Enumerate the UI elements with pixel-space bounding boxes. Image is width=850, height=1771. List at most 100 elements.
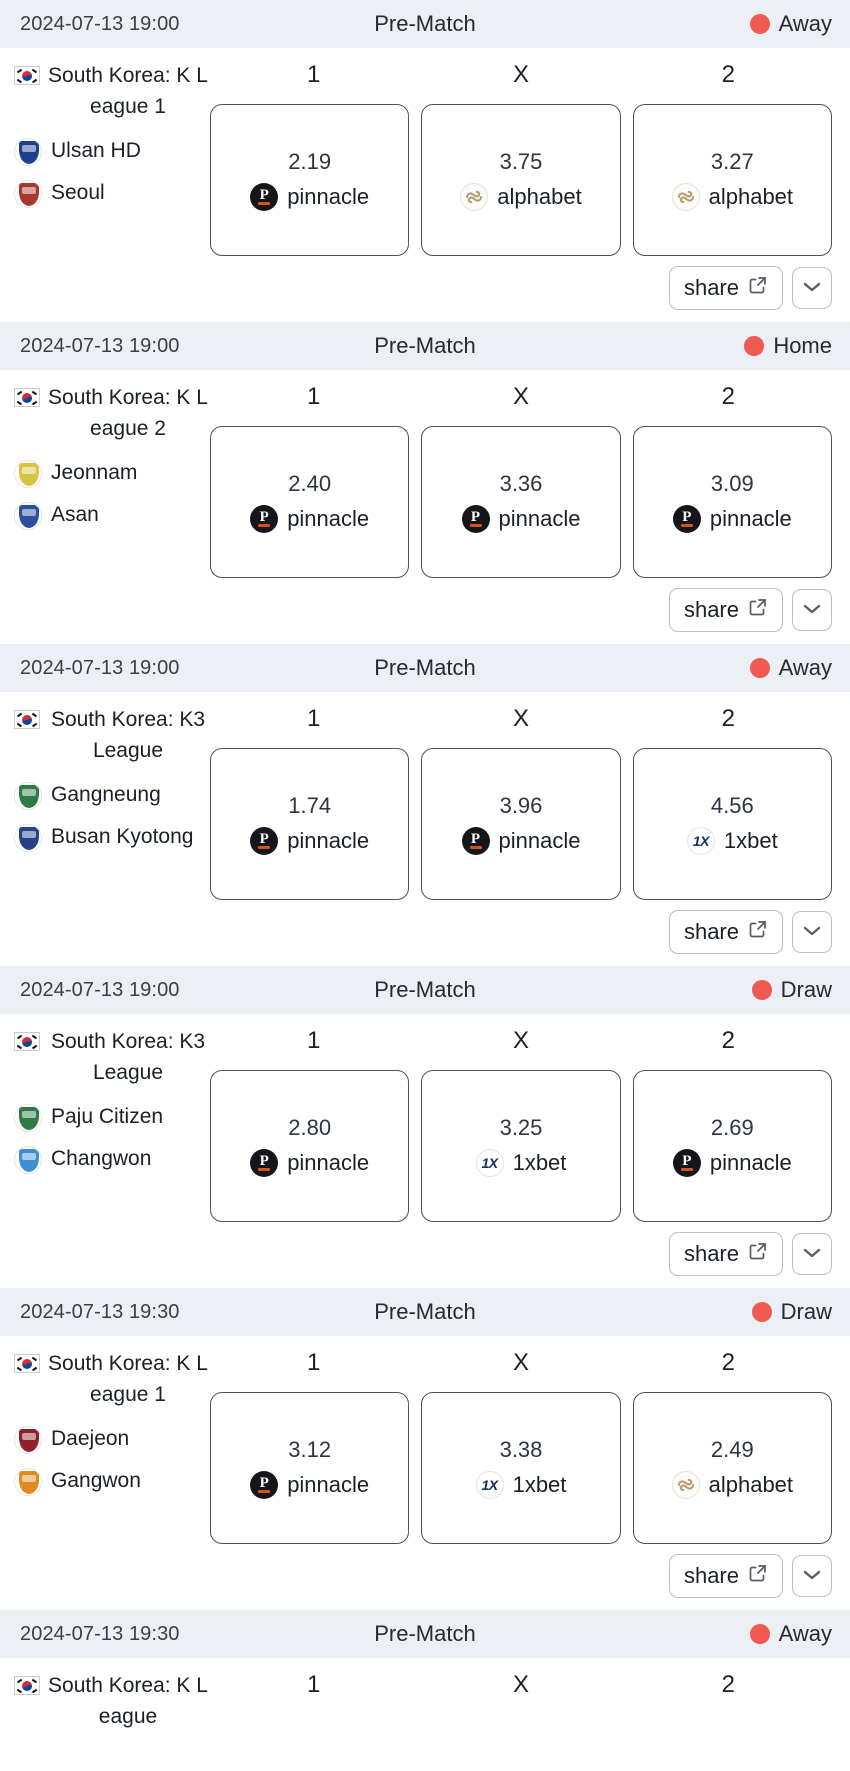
home-team-name: Daejeon — [51, 1427, 130, 1450]
league-name: South Korea: K League 1 — [48, 64, 208, 118]
odds-label-away: 2 — [721, 1671, 735, 1698]
odds-value: 2.80 — [288, 1115, 332, 1140]
bookmaker: Ppinnacle — [461, 827, 580, 855]
home-team-row[interactable]: Jeonnam — [14, 458, 210, 492]
south-korea-flag-icon — [14, 1676, 40, 1695]
match-card[interactable]: 2024-07-13 19:00 Pre-Match Home South Korea… — [0, 322, 850, 644]
league-row[interactable]: South Korea: K League 1 — [14, 60, 210, 122]
odds-box[interactable]: 2.49 alphabet — [632, 1392, 832, 1544]
team-crest-icon — [14, 1426, 42, 1454]
bookmaker: Ppinnacle — [672, 505, 792, 533]
match-card[interactable]: 2024-07-13 19:30 Pre-Match Away South Korea… — [0, 1610, 850, 1732]
odds-box[interactable]: 3.27 alphabet — [632, 104, 832, 256]
share-button[interactable]: share — [668, 910, 783, 954]
team-crest-icon — [14, 1468, 42, 1496]
odds-label-draw: X — [512, 61, 529, 88]
match-footer: share — [0, 578, 850, 644]
odds-column: 1 X 2 2.80 Ppinnacle 3.25 1X 1xbet 2.69 Ppinnacle — [210, 1022, 832, 1222]
bookmaker: Ppinnacle — [250, 505, 369, 533]
expand-button[interactable] — [792, 1555, 832, 1597]
odds-box[interactable]: 3.75 alphabet — [421, 104, 621, 256]
away-team-row[interactable]: Changwon — [14, 1144, 210, 1178]
status-dot-icon — [749, 658, 770, 678]
odds-box[interactable]: 1.74 Ppinnacle — [210, 748, 410, 900]
home-team-row[interactable]: Daejeon — [14, 1424, 210, 1458]
match-feed: 2024-07-13 19:00 Pre-Match Away South Korea… — [0, 0, 850, 1732]
away-team-row[interactable]: Gangwon — [14, 1466, 210, 1500]
chevron-down-icon — [802, 924, 822, 941]
south-korea-flag-icon — [14, 1354, 40, 1373]
share-button[interactable]: share — [668, 1554, 783, 1598]
odds-box[interactable]: 3.09 Ppinnacle — [632, 426, 832, 578]
team-crest-icon — [14, 782, 42, 810]
odds-value: 2.49 — [710, 1437, 754, 1462]
match-time: 2024-07-13 19:30 — [20, 1300, 180, 1323]
away-team-row[interactable]: Busan Kyotong — [14, 822, 210, 856]
alphabet-logo-icon — [460, 183, 489, 211]
odds-box[interactable]: 2.69 Ppinnacle — [632, 1070, 832, 1222]
expand-button[interactable] — [792, 267, 832, 309]
status-badge: Draw — [751, 977, 832, 1003]
match-info-column: South Korea: K3 League Paju Citizen Changw… — [14, 1022, 210, 1222]
share-label: share — [683, 1563, 739, 1588]
odds-box[interactable]: 3.25 1X 1xbet — [421, 1070, 621, 1222]
match-card[interactable]: 2024-07-13 19:00 Pre-Match Away South Korea… — [0, 644, 850, 966]
league-row[interactable]: South Korea: K League — [14, 1670, 210, 1732]
onexbet-logo-icon: 1X — [475, 1149, 504, 1177]
bookmaker: 1X 1xbet — [475, 1471, 566, 1499]
team-crest-icon — [14, 824, 42, 852]
match-header: 2024-07-13 19:30 Pre-Match Away — [0, 1610, 850, 1658]
match-card[interactable]: 2024-07-13 19:00 Pre-Match Draw South Korea… — [0, 966, 850, 1288]
share-button[interactable]: share — [668, 1232, 783, 1276]
league-row[interactable]: South Korea: K3 League — [14, 704, 210, 766]
match-card[interactable]: 2024-07-13 19:00 Pre-Match Away South Korea… — [0, 0, 850, 322]
bookmaker-name: pinnacle — [287, 828, 370, 853]
share-button[interactable]: share — [668, 588, 783, 632]
pinnacle-logo-icon: P — [250, 1149, 279, 1177]
pinnacle-logo-icon: P — [250, 827, 279, 855]
odds-box[interactable]: 2.19 Ppinnacle — [210, 104, 410, 256]
odds-label-draw: X — [512, 1671, 529, 1698]
league-row[interactable]: South Korea: K League 2 — [14, 382, 210, 444]
bookmaker: alphabet — [460, 183, 582, 211]
external-link-icon — [748, 595, 768, 625]
home-team-row[interactable]: Ulsan HD — [14, 136, 210, 170]
bookmaker-name: pinnacle — [498, 506, 581, 531]
match-body: South Korea: K League 1 Ulsan HD Seoul 1 X 2 2… — [0, 48, 850, 256]
expand-button[interactable] — [792, 911, 832, 953]
odds-label-draw: X — [512, 1027, 529, 1054]
odds-label-home: 1 — [306, 383, 321, 410]
odds-box[interactable]: 3.12 Ppinnacle — [210, 1392, 410, 1544]
odds-box[interactable]: 4.56 1X 1xbet — [632, 748, 832, 900]
odds-box[interactable]: 2.80 Ppinnacle — [210, 1070, 410, 1222]
team-crest-icon — [14, 180, 42, 208]
share-button[interactable]: share — [668, 266, 783, 310]
home-team-name: Gangneung — [51, 783, 161, 806]
pinnacle-logo-icon: P — [461, 827, 490, 855]
league-row[interactable]: South Korea: K League 1 — [14, 1348, 210, 1410]
match-card[interactable]: 2024-07-13 19:30 Pre-Match Draw South Korea… — [0, 1288, 850, 1610]
away-team-name: Gangwon — [51, 1469, 141, 1492]
bookmaker-name: pinnacle — [287, 506, 370, 531]
expand-button[interactable] — [792, 1233, 832, 1275]
odds-box[interactable]: 3.96 Ppinnacle — [421, 748, 621, 900]
league-row[interactable]: South Korea: K3 League — [14, 1026, 210, 1088]
chevron-down-icon — [802, 280, 822, 297]
away-team-row[interactable]: Asan — [14, 500, 210, 534]
odds-box[interactable]: 3.36 Ppinnacle — [421, 426, 621, 578]
odds-value: 3.75 — [499, 149, 543, 174]
odds-header-labels: 1 X 2 — [210, 700, 832, 736]
odds-box[interactable]: 2.40 Ppinnacle — [210, 426, 410, 578]
home-team-row[interactable]: Paju Citizen — [14, 1102, 210, 1136]
home-team-name: Paju Citizen — [51, 1105, 164, 1128]
teams-list: Daejeon Gangwon — [14, 1424, 210, 1500]
home-team-row[interactable]: Gangneung — [14, 780, 210, 814]
pinnacle-logo-icon: P — [461, 505, 490, 533]
away-team-row[interactable]: Seoul — [14, 178, 210, 212]
odds-box[interactable]: 3.38 1X 1xbet — [421, 1392, 621, 1544]
match-footer: share — [0, 1222, 850, 1288]
expand-button[interactable] — [792, 589, 832, 631]
match-info-column: South Korea: K League 2 Jeonnam Asan — [14, 378, 210, 578]
bookmaker: 1X 1xbet — [686, 827, 778, 855]
odds-value: 2.40 — [288, 471, 332, 496]
